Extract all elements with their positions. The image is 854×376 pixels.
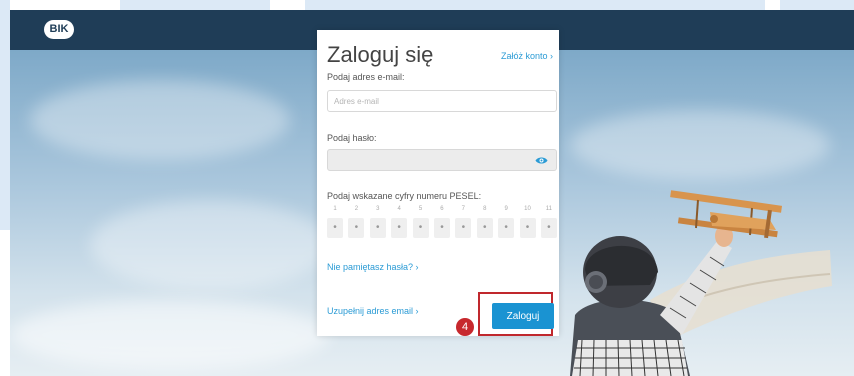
complete-email-link[interactable]: Uzupełnij adres email › bbox=[327, 306, 419, 316]
pesel-digit-cell[interactable]: • bbox=[391, 218, 408, 238]
login-panel: Zaloguj się Załóż konto › Podaj adres e-… bbox=[317, 30, 559, 336]
decorative-block bbox=[0, 0, 10, 230]
show-password-toggle[interactable] bbox=[526, 150, 556, 170]
browser-frame: BIK Zaloguj się Załóż konto › Podaj adre… bbox=[10, 10, 854, 376]
pesel-digit-cell[interactable]: • bbox=[369, 218, 386, 238]
pesel-position-number: 10 bbox=[524, 206, 531, 212]
pesel-position-number: 4 bbox=[397, 206, 401, 212]
decorative-block bbox=[780, 0, 854, 10]
pesel-digit-cell[interactable]: • bbox=[540, 218, 557, 238]
tutorial-step-badge: 4 bbox=[456, 318, 474, 336]
pesel-digit-cell[interactable]: • bbox=[412, 218, 429, 238]
eye-icon bbox=[535, 157, 547, 163]
pesel-digit-inputs: • • • • • • • • • • • bbox=[327, 218, 557, 238]
pesel-position-number: 1 bbox=[333, 206, 337, 212]
pesel-digit-cell[interactable]: • bbox=[433, 218, 450, 238]
pesel-position-number: 8 bbox=[483, 206, 487, 212]
pesel-digit-cell[interactable]: • bbox=[498, 218, 515, 238]
email-field[interactable] bbox=[327, 90, 557, 112]
login-title: Zaloguj się bbox=[327, 42, 434, 67]
pesel-digit-cell[interactable]: • bbox=[519, 218, 536, 238]
pesel-digit-cell[interactable]: • bbox=[476, 218, 493, 238]
pesel-position-number: 5 bbox=[418, 206, 423, 212]
password-field[interactable] bbox=[327, 149, 557, 171]
email-label: Podaj adres e-mail: bbox=[327, 72, 405, 82]
register-link[interactable]: Załóż konto › bbox=[501, 51, 553, 61]
pesel-digit-cell[interactable]: • bbox=[327, 218, 343, 238]
pesel-digit-cell[interactable]: • bbox=[455, 218, 472, 238]
pesel-position-number: 3 bbox=[376, 206, 380, 212]
bik-logo[interactable]: BIK bbox=[44, 20, 74, 39]
pesel-digit-cell[interactable]: • bbox=[348, 218, 365, 238]
pesel-position-number: 11 bbox=[545, 206, 553, 212]
pesel-label: Podaj wskazane cyfry numeru PESEL: bbox=[327, 191, 482, 201]
login-button[interactable]: Zaloguj bbox=[492, 303, 554, 329]
decorative-block bbox=[305, 0, 765, 10]
pesel-position-number: 7 bbox=[461, 206, 466, 212]
forgot-password-link[interactable]: Nie pamiętasz hasła? › bbox=[327, 262, 419, 272]
pesel-position-number: 9 bbox=[504, 206, 508, 212]
pesel-position-numbers: 1 2 3 4 5 6 7 8 9 10 11 bbox=[327, 206, 557, 212]
decorative-block bbox=[120, 0, 270, 10]
password-label: Podaj hasło: bbox=[327, 133, 377, 143]
pesel-position-number: 6 bbox=[440, 206, 444, 212]
pesel-position-number: 2 bbox=[354, 206, 359, 212]
